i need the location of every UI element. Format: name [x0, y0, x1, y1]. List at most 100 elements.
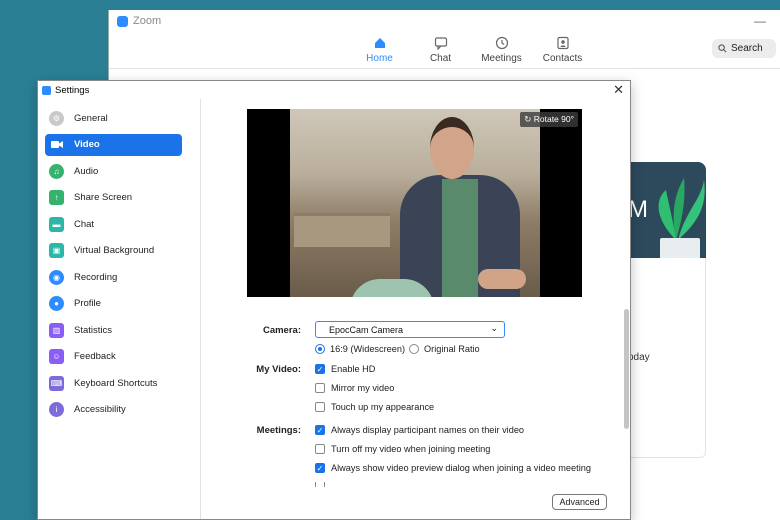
sidebar-item-label: Recording	[74, 271, 118, 283]
checkbox-checked-icon: ✓	[315, 425, 325, 435]
sidebar-item-feedback[interactable]: ☺ Feedback	[45, 346, 182, 368]
rotate-icon: ↻	[524, 114, 532, 124]
search-label: Search	[731, 43, 763, 54]
video-settings-panel: ↻ Rotate 90° Camera: EpocCam Camera ⌄ 16…	[201, 99, 630, 519]
statistics-icon: ▥	[49, 322, 64, 338]
video-preview-dialog-checkbox[interactable]: ✓ Always show video preview dialog when …	[315, 463, 591, 473]
camera-select[interactable]: EpocCam Camera ⌄	[315, 321, 505, 338]
profile-icon: ●	[49, 296, 64, 311]
radio-label: 16:9 (Widescreen)	[330, 344, 406, 354]
nav-home-label: Home	[366, 53, 393, 64]
sidebar-item-chat[interactable]: ▬ Chat	[45, 213, 182, 235]
sidebar-item-audio[interactable]: ♫ Audio	[45, 160, 182, 182]
checkbox-label: Turn off my video when joining meeting	[331, 444, 491, 454]
checkbox-label: Always display participant names on thei…	[331, 425, 525, 435]
nav-chat-label: Chat	[429, 53, 452, 64]
checkbox-label: Touch up my appearance	[331, 402, 435, 412]
radio-label: Original Ratio	[424, 344, 480, 354]
chat-icon: ▬	[49, 216, 64, 232]
sidebar-item-keyboard-shortcuts[interactable]: ⌨ Keyboard Shortcuts	[45, 372, 182, 394]
radio-icon	[409, 344, 419, 354]
minimize-icon[interactable]: —	[754, 14, 766, 28]
checkbox-checked-icon: ✓	[315, 463, 325, 473]
share-screen-icon: ↑	[49, 190, 64, 205]
zoom-titlebar: Zoom —	[109, 10, 780, 32]
radio-selected-icon	[315, 344, 325, 354]
promo-banner: M	[628, 162, 706, 258]
advanced-button[interactable]: Advanced	[552, 494, 607, 510]
nav-contacts-label: Contacts	[542, 53, 583, 64]
background-icon: ▣	[49, 243, 64, 258]
rotate-label: Rotate 90°	[533, 114, 574, 124]
sidebar-item-video[interactable]: Video	[45, 133, 182, 156]
sidebar-item-label: Feedback	[74, 351, 116, 362]
nav-chat[interactable]: Chat	[410, 36, 471, 64]
touch-up-checkbox[interactable]: Touch up my appearance	[315, 402, 434, 412]
aspect-widescreen-radio[interactable]: 16:9 (Widescreen)	[315, 344, 405, 354]
sidebar-item-label: Statistics	[74, 324, 113, 336]
meetings-label: Meetings:	[256, 425, 301, 436]
nav-home[interactable]: Home	[349, 36, 410, 64]
settings-titlebar: Settings	[38, 81, 630, 99]
scrollbar-thumb[interactable]	[624, 309, 629, 429]
video-icon	[49, 137, 64, 152]
search-button[interactable]: Search	[712, 39, 776, 58]
scrollbar[interactable]	[622, 99, 630, 519]
zoom-logo-icon	[117, 15, 128, 27]
clipped-checkbox[interactable]	[315, 482, 331, 487]
sidebar-item-virtual-background[interactable]: ▣ Virtual Background	[45, 240, 182, 262]
settings-window: Settings ✕ ⚙ General Video ♫ Audio ↑ Sha…	[37, 80, 631, 520]
camera-feed-image	[290, 109, 540, 297]
zoom-logo-icon	[42, 85, 51, 95]
checkbox-label: Mirror my video	[331, 383, 395, 393]
chat-icon	[434, 37, 447, 50]
feedback-icon: ☺	[49, 349, 64, 364]
checkbox-icon	[315, 482, 325, 487]
gear-icon: ⚙	[49, 110, 64, 126]
camera-label: Camera:	[262, 325, 301, 336]
turn-off-video-checkbox[interactable]: Turn off my video when joining meeting	[315, 444, 490, 454]
sidebar-item-share-screen[interactable]: ↑ Share Screen	[45, 187, 182, 209]
mirror-video-checkbox[interactable]: Mirror my video	[315, 383, 394, 393]
zoom-divider	[109, 68, 780, 69]
nav-meetings-label: Meetings	[481, 53, 522, 64]
checkbox-label: Always show video preview dialog when jo…	[331, 463, 591, 473]
settings-title: Settings	[55, 84, 90, 96]
search-icon	[718, 44, 727, 53]
sidebar-item-label: Video	[74, 139, 100, 150]
checkbox-label: Enable HD	[331, 364, 376, 374]
accessibility-icon: i	[49, 402, 64, 417]
record-icon: ◉	[49, 269, 64, 285]
rotate-button[interactable]: ↻ Rotate 90°	[520, 112, 578, 127]
aspect-original-radio[interactable]: Original Ratio	[409, 344, 480, 354]
today-text: oday	[628, 352, 650, 363]
sidebar-item-label: Keyboard Shortcuts	[74, 377, 158, 389]
sidebar-item-recording[interactable]: ◉ Recording	[45, 266, 182, 288]
display-names-checkbox[interactable]: ✓ Always display participant names on th…	[315, 425, 524, 435]
checkbox-icon	[315, 383, 325, 393]
checkbox-checked-icon: ✓	[315, 364, 325, 374]
checkbox-icon	[315, 444, 325, 454]
headphones-icon: ♫	[49, 163, 64, 179]
nav-meetings[interactable]: Meetings	[471, 36, 532, 64]
sidebar-item-profile[interactable]: ● Profile	[45, 293, 182, 315]
enable-hd-checkbox[interactable]: ✓ Enable HD	[315, 364, 375, 374]
sidebar-item-statistics[interactable]: ▥ Statistics	[45, 319, 182, 341]
clock-icon	[495, 36, 508, 50]
sidebar-item-general[interactable]: ⚙ General	[45, 107, 182, 129]
zoom-window-title: Zoom	[133, 15, 162, 27]
plant-icon	[658, 178, 705, 258]
sidebar-item-accessibility[interactable]: i Accessibility	[45, 399, 182, 421]
sidebar-item-label: Audio	[74, 165, 99, 177]
camera-select-value: EpocCam Camera	[329, 324, 404, 335]
close-icon[interactable]: ✕	[613, 82, 624, 98]
sidebar-item-label: Profile	[74, 298, 101, 309]
video-preview: ↻ Rotate 90°	[247, 109, 582, 297]
checkbox-icon	[315, 402, 325, 412]
home-icon	[374, 38, 385, 48]
sidebar-item-label: Accessibility	[74, 404, 126, 415]
banner-letter: M	[628, 196, 648, 223]
chevron-down-icon: ⌄	[490, 323, 498, 333]
keyboard-icon: ⌨	[49, 375, 64, 391]
nav-contacts[interactable]: Contacts	[532, 36, 593, 64]
